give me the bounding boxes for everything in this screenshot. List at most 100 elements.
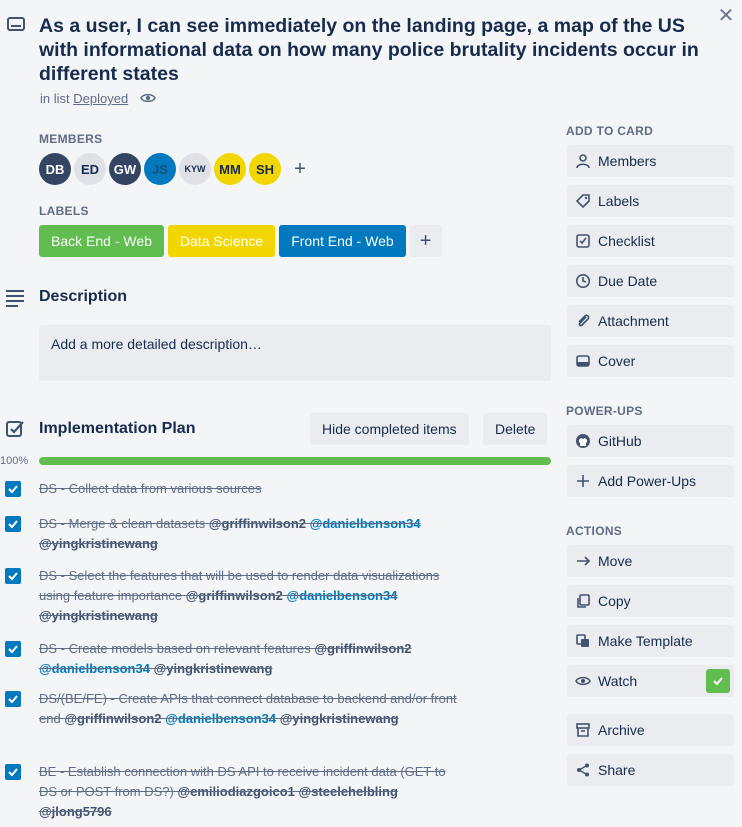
sidebar-button-archive[interactable]: Archive <box>567 714 734 746</box>
checklist-item-text[interactable]: DS - Create models based on relevant fea… <box>39 639 459 679</box>
in-list-prefix: in list <box>40 91 70 106</box>
mention[interactable]: @griffinwilson2 <box>186 588 283 603</box>
avatar[interactable]: ED <box>74 153 106 185</box>
mention[interactable]: @danielbenson34 <box>39 661 150 676</box>
arrow-right-icon <box>577 556 591 566</box>
add-label-button[interactable]: + <box>409 225 442 257</box>
sidebar-button-label: Members <box>598 153 657 169</box>
avatar[interactable]: SH <box>249 153 281 185</box>
plus-icon <box>577 475 589 487</box>
person-icon <box>576 154 590 169</box>
mention[interactable]: @steelehelbling <box>299 784 398 799</box>
avatar[interactable]: JS <box>144 153 176 185</box>
mention[interactable]: @yingkristinewang <box>154 661 273 676</box>
checkbox-checked[interactable] <box>5 481 21 497</box>
mention[interactable]: @yingkristinewang <box>39 536 158 551</box>
avatar[interactable]: MM <box>214 153 246 185</box>
list-link[interactable]: Deployed <box>73 91 128 106</box>
watch-checked-icon <box>706 669 730 693</box>
sidebar-button-share[interactable]: Share <box>567 754 734 786</box>
progress-bar <box>39 457 551 465</box>
item-text: DS - Merge & clean datasets <box>39 516 206 531</box>
sidebar-button-cover[interactable]: Cover <box>567 345 734 377</box>
checklist-title[interactable]: Implementation Plan <box>39 420 195 438</box>
labels-heading: LABELS <box>39 204 89 218</box>
sidebar-button-label: GitHub <box>598 433 642 449</box>
label-chip[interactable]: Back End - Web <box>39 225 164 257</box>
checklist-item-text[interactable]: DS/(BE/FE) - Create APIs that connect da… <box>39 689 459 729</box>
description-input[interactable]: Add a more detailed description… <box>39 325 551 381</box>
tag-icon <box>575 194 590 209</box>
members-list: DB ED GW JS KYW MM SH + <box>39 153 316 185</box>
sidebar-button-copy[interactable]: Copy <box>567 585 734 617</box>
sidebar-button-due-date[interactable]: Due Date <box>567 265 734 297</box>
checkbox-checked[interactable] <box>5 568 21 584</box>
checklist-item-text[interactable]: BE - Establish connection with DS API to… <box>39 762 459 822</box>
mention[interactable]: @jlong5796 <box>39 804 112 819</box>
sidebar-button-label: Copy <box>598 593 631 609</box>
sidebar-button-label: Attachment <box>598 313 669 329</box>
checklist-icon <box>6 421 24 437</box>
actions-heading: ACTIONS <box>566 524 623 538</box>
delete-checklist-button[interactable]: Delete <box>483 413 548 445</box>
progress-percent: 100% <box>0 455 29 467</box>
item-text: DS - Create models based on relevant fea… <box>39 641 311 656</box>
checklist-icon <box>576 234 590 248</box>
sidebar-button-move[interactable]: Move <box>567 545 734 577</box>
mention[interactable]: @griffinwilson2 <box>209 516 306 531</box>
item-text: DS - Collect data from various sources <box>39 481 262 496</box>
sidebar-button-label: Move <box>598 553 633 569</box>
checkbox-checked[interactable] <box>5 764 21 780</box>
sidebar-button-watch[interactable]: Watch <box>567 665 734 697</box>
sidebar-button-members[interactable]: Members <box>567 145 734 177</box>
copy-icon <box>577 594 590 608</box>
mention[interactable]: @danielbenson34 <box>287 588 398 603</box>
github-icon <box>576 434 590 448</box>
mention[interactable]: @emiliodiazgoico1 <box>177 784 294 799</box>
checkbox-checked[interactable] <box>5 641 21 657</box>
sidebar-button-attachment[interactable]: Attachment <box>567 305 734 337</box>
label-chip[interactable]: Front End - Web <box>279 225 406 257</box>
powerups-heading: POWER-UPS <box>566 404 643 418</box>
add-member-button[interactable]: + <box>284 153 316 185</box>
sidebar-button-make-template[interactable]: Make Template <box>567 625 734 657</box>
sidebar-button-github[interactable]: GitHub <box>567 425 734 457</box>
mention[interactable]: @yingkristinewang <box>39 608 158 623</box>
avatar[interactable]: KYW <box>179 153 211 185</box>
cover-icon <box>576 355 590 367</box>
checkbox-checked[interactable] <box>5 691 21 707</box>
template-icon <box>576 634 589 647</box>
avatar[interactable]: DB <box>39 153 71 185</box>
sidebar-button-add-power-ups[interactable]: Add Power-Ups <box>567 465 734 497</box>
checklist-item-text[interactable]: DS - Merge & clean datasets @griffinwils… <box>39 514 459 554</box>
add-to-card-heading: ADD TO CARD <box>566 124 654 138</box>
sidebar-button-label: Make Template <box>598 633 693 649</box>
checklist-item-text[interactable]: DS - Select the features that will be us… <box>39 566 459 626</box>
description-heading: Description <box>39 288 128 305</box>
close-icon[interactable]: ✕ <box>716 6 736 26</box>
share-icon <box>577 763 589 777</box>
progress-fill <box>39 457 551 465</box>
mention[interactable]: @danielbenson34 <box>310 516 421 531</box>
mention[interactable]: @griffinwilson2 <box>64 711 161 726</box>
sidebar-button-label: Watch <box>598 673 638 689</box>
checkbox-checked[interactable] <box>5 516 21 532</box>
mention[interactable]: @griffinwilson2 <box>314 641 411 656</box>
card-icon <box>7 17 25 31</box>
mention[interactable]: @yingkristinewang <box>280 711 399 726</box>
checklist-item-text[interactable]: DS - Collect data from various sources <box>39 479 459 499</box>
sidebar-button-label: Add Power-Ups <box>598 473 697 489</box>
sidebar-button-label: Share <box>598 762 636 778</box>
sidebar-button-labels[interactable]: Labels <box>567 185 734 217</box>
hide-completed-button[interactable]: Hide completed items <box>310 413 469 445</box>
sidebar-button-label: Archive <box>598 722 645 738</box>
in-list-line: in list Deployed <box>40 91 156 106</box>
avatar[interactable]: GW <box>109 153 141 185</box>
sidebar-button-checklist[interactable]: Checklist <box>567 225 734 257</box>
members-heading: MEMBERS <box>39 132 103 146</box>
card-title[interactable]: As a user, I can see immediately on the … <box>39 14 699 86</box>
eye-icon <box>575 676 591 686</box>
description-icon <box>6 290 24 307</box>
mention[interactable]: @danielbenson34 <box>165 711 276 726</box>
label-chip[interactable]: Data Science <box>167 225 276 257</box>
